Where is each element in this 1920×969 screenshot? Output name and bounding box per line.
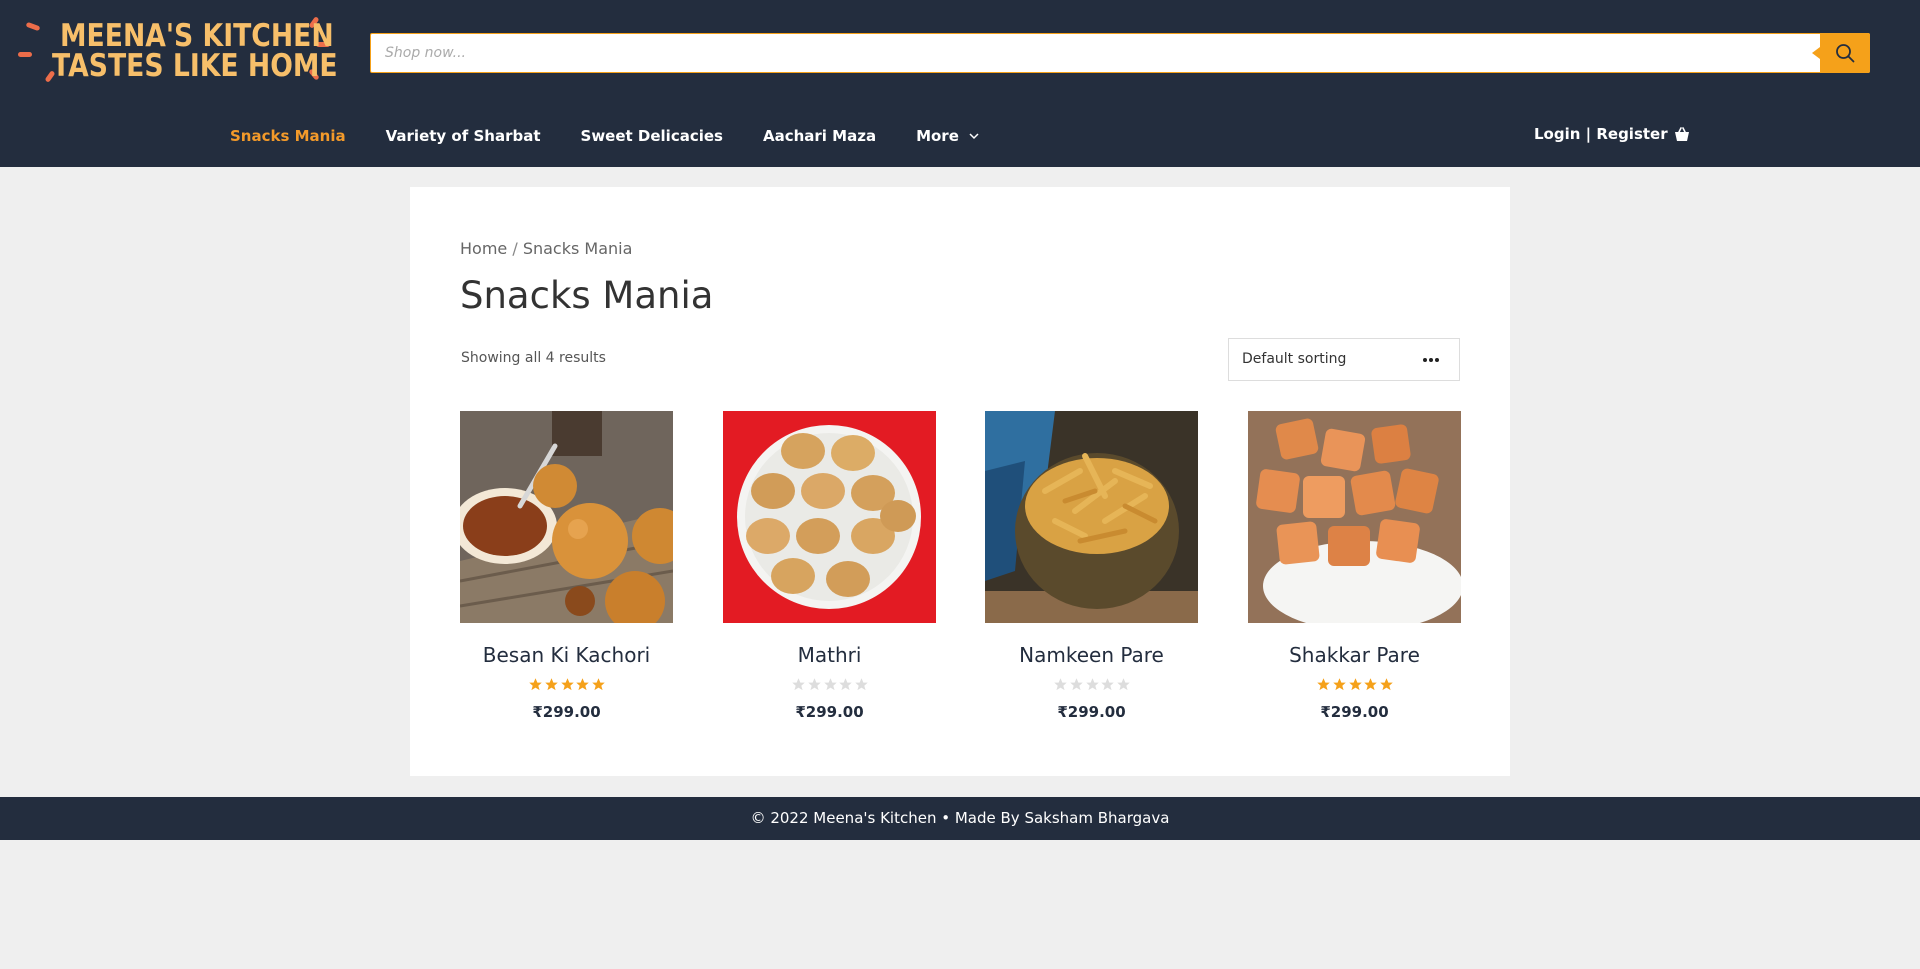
search-button[interactable] xyxy=(1812,33,1870,73)
star-icon xyxy=(544,677,559,692)
star-icon xyxy=(1085,677,1100,692)
product-name[interactable]: Shakkar Pare xyxy=(1248,643,1461,667)
star-icon xyxy=(791,677,806,692)
logo-accent-dash xyxy=(25,21,41,32)
product-image-kachori[interactable] xyxy=(460,411,673,623)
product-card: Mathri ₹299.00 xyxy=(723,411,936,731)
nav-item-more[interactable]: More xyxy=(916,127,979,145)
product-price: ₹299.00 xyxy=(532,703,601,721)
more-dots-icon xyxy=(1423,358,1439,362)
nav-more-label: More xyxy=(916,127,959,145)
chevron-down-icon xyxy=(969,132,979,139)
breadcrumb-current: Snacks Mania xyxy=(522,239,633,258)
product-name[interactable]: Namkeen Pare xyxy=(985,643,1198,667)
logo-accent-dash xyxy=(18,52,32,57)
site-header: MEENA'S KITCHEN TASTES LIKE HOME Snacks … xyxy=(0,0,1920,167)
site-footer: © 2022 Meena's Kitchen • Made By Saksham… xyxy=(0,797,1920,840)
star-icon xyxy=(1116,677,1131,692)
sorting-selected-value: Default sorting xyxy=(1242,351,1347,367)
star-icon xyxy=(838,677,853,692)
star-icon xyxy=(1069,677,1084,692)
star-icon xyxy=(807,677,822,692)
star-icon xyxy=(1332,677,1347,692)
product-image-namkeen-pare[interactable] xyxy=(985,411,1198,623)
star-icon xyxy=(1316,677,1331,692)
star-rating xyxy=(1053,677,1131,693)
star-icon xyxy=(854,677,869,692)
star-rating xyxy=(791,677,869,693)
product-price: ₹299.00 xyxy=(795,703,864,721)
logo-text-line2: TASTES LIKE HOME xyxy=(52,48,338,84)
star-icon xyxy=(823,677,838,692)
result-count: Showing all 4 results xyxy=(461,350,606,366)
product-card: Besan Ki Kachori ₹299.00 xyxy=(460,411,673,731)
login-register-link[interactable]: Login | Register xyxy=(1534,125,1668,143)
site-logo[interactable]: MEENA'S KITCHEN TASTES LIKE HOME xyxy=(18,16,343,90)
search-bar xyxy=(370,33,1870,73)
product-name[interactable]: Mathri xyxy=(723,643,936,667)
product-image-mathri[interactable] xyxy=(723,411,936,623)
cart-button[interactable] xyxy=(1674,126,1690,146)
search-input[interactable] xyxy=(385,34,1785,72)
star-icon xyxy=(1053,677,1068,692)
star-icon xyxy=(1363,677,1378,692)
star-icon xyxy=(528,677,543,692)
nav-item-snacks-mania[interactable]: Snacks Mania xyxy=(230,127,346,145)
product-price: ₹299.00 xyxy=(1057,703,1126,721)
breadcrumb-separator: / xyxy=(507,239,523,258)
footer-copyright: © 2022 Meena's Kitchen • Made By Saksham… xyxy=(750,809,1170,827)
shopping-basket-icon xyxy=(1675,127,1689,141)
search-icon xyxy=(1836,44,1855,63)
product-image-shakkar-pare[interactable] xyxy=(1248,411,1461,623)
product-card: Shakkar Pare ₹299.00 xyxy=(1248,411,1461,731)
sorting-select[interactable]: Default sorting xyxy=(1228,338,1460,381)
breadcrumb: Home / Snacks Mania xyxy=(460,239,632,258)
nav-item-aachari-maza[interactable]: Aachari Maza xyxy=(763,127,876,145)
page-title: Snacks Mania xyxy=(460,274,714,317)
product-name[interactable]: Besan Ki Kachori xyxy=(460,643,673,667)
nav-item-sweet-delicacies[interactable]: Sweet Delicacies xyxy=(581,127,723,145)
breadcrumb-home[interactable]: Home xyxy=(460,239,507,258)
nav-item-variety-of-sharbat[interactable]: Variety of Sharbat xyxy=(386,127,541,145)
content-card: Home / Snacks Mania Snacks Mania Showing… xyxy=(410,187,1510,776)
star-icon xyxy=(1348,677,1363,692)
main-nav: Snacks Mania Variety of Sharbat Sweet De… xyxy=(230,126,1019,146)
star-icon xyxy=(591,677,606,692)
product-card: Namkeen Pare ₹299.00 xyxy=(985,411,1198,731)
product-price: ₹299.00 xyxy=(1320,703,1389,721)
star-rating xyxy=(528,677,606,693)
star-icon xyxy=(1100,677,1115,692)
star-rating xyxy=(1316,677,1394,693)
star-icon xyxy=(560,677,575,692)
star-icon xyxy=(575,677,590,692)
star-icon xyxy=(1379,677,1394,692)
product-grid: Besan Ki Kachori ₹299.00 Mathri ₹299.00 … xyxy=(460,411,1461,731)
